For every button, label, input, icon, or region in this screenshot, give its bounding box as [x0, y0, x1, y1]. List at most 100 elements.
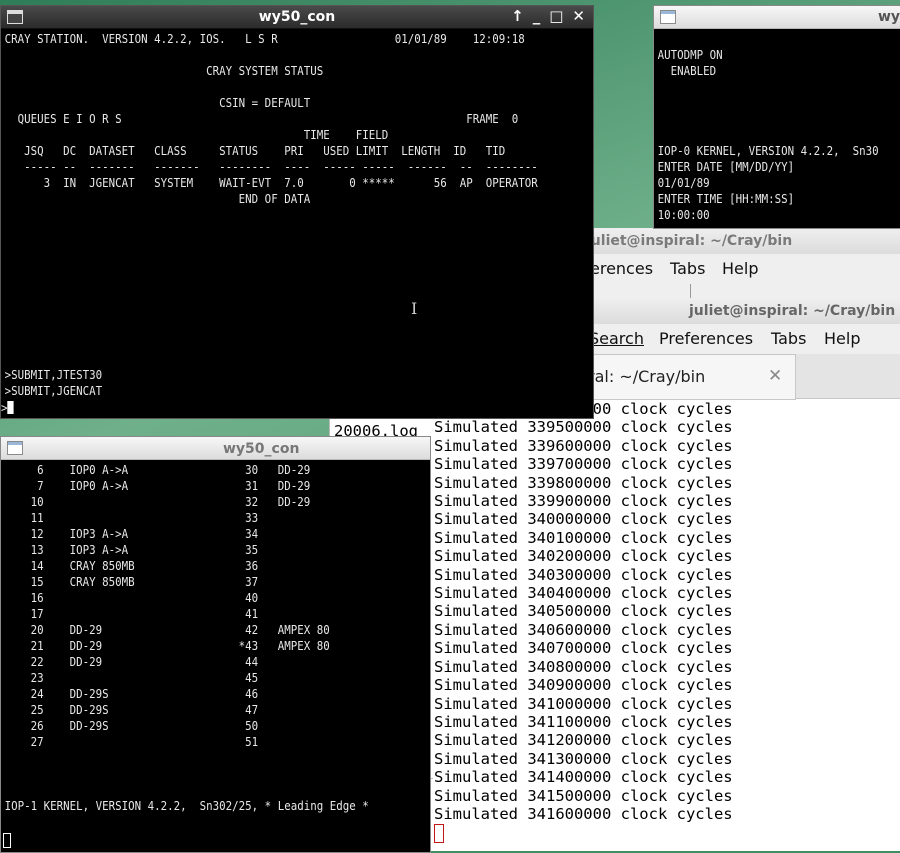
console-line: 16 40	[4, 591, 259, 605]
devices-console[interactable]: 6 IOP0 A->A 30 DD-29 7 IOP0 A->A 31 DD-2…	[1, 460, 430, 852]
console-line: END OF DATA	[4, 192, 311, 206]
console-line: 10 32 DD-29	[4, 495, 311, 509]
console-line: ENABLED	[657, 64, 717, 78]
menu-preferences[interactable]: erences	[590, 259, 653, 278]
simulation-output: Simulated 339400000 clock cyclesSimulate…	[434, 400, 900, 823]
output-line: Simulated 340700000 clock cycles	[434, 639, 733, 658]
console-line: ENTER TIME [HH:MM:SS]	[657, 192, 795, 206]
menu-help[interactable]: Help	[722, 259, 758, 278]
console-line: CSIN = DEFAULT	[4, 96, 311, 110]
console-line: 23 45	[4, 671, 259, 685]
console-line: 13 IOP3 A->A 35	[4, 543, 259, 557]
console-line: 3 IN JGENCAT SYSTEM WAIT-EVT 7.0 0 *****…	[4, 176, 538, 190]
output-line: Simulated 340200000 clock cycles	[434, 547, 733, 566]
autodump-window[interactable]: wy AUTODMP ON ENABLED IOP-0 KERNEL, VERS…	[653, 5, 900, 229]
console-line: 20 DD-29 42 AMPEX 80	[4, 623, 330, 637]
back-terminal-edge	[690, 284, 691, 298]
output-line: Simulated 340000000 clock cycles	[434, 510, 733, 529]
back-terminal-window[interactable]: juliet@inspiral: ~/Cray/bin erences Tabs…	[590, 228, 900, 298]
console-line: IOP-0 KERNEL, VERSION 4.2.2, Sn30	[657, 144, 879, 158]
console-line: 21 DD-29 *43 AMPEX 80	[4, 639, 330, 653]
back-terminal-title: juliet@inspiral: ~/Cray/bin	[590, 233, 793, 249]
console-line: 15 CRAY 850MB 37	[4, 575, 259, 589]
output-line: Simulated 341400000 clock cycles	[434, 768, 733, 787]
status-console[interactable]: CRAY STATION. VERSION 4.2.2, IOS. L S R …	[1, 29, 593, 418]
devices-title: wy50_con	[223, 441, 300, 457]
console-line: QUEUES E I O R S FRAME 0	[4, 112, 519, 126]
tab-label: ral: ~/Cray/bin	[588, 367, 706, 386]
autodump-console[interactable]: AUTODMP ON ENABLED IOP-0 KERNEL, VERSION…	[654, 29, 900, 228]
console-line: 14 CRAY 850MB 36	[4, 559, 259, 573]
output-line: Simulated 339700000 clock cycles	[434, 455, 733, 474]
tab-close-icon[interactable]: ✕	[768, 366, 782, 386]
console-line: 27 51	[4, 735, 259, 749]
autodump-title: wy	[878, 9, 900, 25]
output-line: Simulated 341300000 clock cycles	[434, 749, 733, 768]
autodump-titlebar[interactable]: wy	[654, 6, 900, 29]
console-line: 25 DD-29S 47	[4, 703, 259, 717]
tab-active[interactable]: ral: ~/Cray/bin ✕	[581, 354, 796, 400]
output-line: Simulated 340800000 clock cycles	[434, 657, 733, 676]
devices-titlebar[interactable]: wy50_con	[1, 437, 430, 460]
console-line: 10:00:00	[657, 208, 710, 222]
output-line: Simulated 341000000 clock cycles	[434, 694, 733, 713]
output-line: Simulated 339800000 clock cycles	[434, 473, 733, 492]
console-line: TIME FIELD	[4, 128, 389, 142]
menu-preferences[interactable]: Preferences	[659, 329, 753, 348]
console-line: >SUBMIT,JGENCAT	[4, 384, 103, 398]
output-line: Simulated 340900000 clock cycles	[434, 676, 733, 695]
window-menu-icon[interactable]	[660, 10, 676, 24]
terminal-cursor	[434, 824, 444, 844]
output-line: Simulated 339900000 clock cycles	[434, 492, 733, 511]
back-terminal-menubar: erences Tabs Help	[590, 254, 900, 284]
devices-window[interactable]: wy50_con 6 IOP0 A->A 30 DD-29 7 IOP0 A->…	[0, 436, 431, 853]
terminal-cursor	[7, 401, 14, 414]
front-terminal-output[interactable]: Simulated 339400000 clock cyclesSimulate…	[434, 400, 900, 851]
status-window[interactable]: wy50_con ↑ _ □ ✕ CRAY STATION. VERSION 4…	[0, 5, 594, 419]
output-line: Simulated 341600000 clock cycles	[434, 804, 733, 823]
output-line: Simulated 341500000 clock cycles	[434, 786, 733, 805]
autodump-text: AUTODMP ON ENABLED IOP-0 KERNEL, VERSION…	[654, 29, 879, 223]
devices-text: 6 IOP0 A->A 30 DD-29 7 IOP0 A->A 31 DD-2…	[1, 460, 387, 814]
status-prompt-line[interactable]: >	[1, 400, 14, 416]
console-line: 24 DD-29S 46	[4, 687, 259, 701]
console-line: 01/01/89	[657, 176, 710, 190]
menu-tabs[interactable]: Tabs	[771, 329, 806, 348]
menu-search[interactable]: Search	[589, 329, 644, 348]
output-line: Simulated 340600000 clock cycles	[434, 620, 733, 639]
console-line: CRAY STATION. VERSION 4.2.2, IOS. L S R …	[4, 32, 525, 46]
terminal-cursor	[3, 833, 11, 848]
minimize-icon[interactable]: _	[533, 7, 541, 25]
console-line: >SUBMIT,JTEST30	[4, 368, 103, 382]
menu-help[interactable]: Help	[824, 329, 860, 348]
console-line: 26 DD-29S 50	[4, 719, 259, 733]
output-line: Simulated 340500000 clock cycles	[434, 602, 733, 621]
console-line: 17 41	[4, 607, 259, 621]
console-line: 11 33	[4, 511, 259, 525]
output-line: Simulated 340400000 clock cycles	[434, 584, 733, 603]
output-line: Simulated 340100000 clock cycles	[434, 528, 733, 547]
window-menu-icon[interactable]	[7, 441, 23, 455]
console-line: IOP-1 KERNEL, VERSION 4.2.2, Sn302/25, *…	[4, 799, 369, 813]
console-line: 22 DD-29 44	[4, 655, 259, 669]
shade-up-icon[interactable]: ↑	[511, 7, 524, 25]
output-line: Simulated 339600000 clock cycles	[434, 436, 733, 455]
menu-tabs[interactable]: Tabs	[670, 259, 705, 278]
status-title: wy50_con	[258, 9, 336, 25]
close-icon[interactable]: ✕	[572, 7, 585, 25]
back-terminal-titlebar[interactable]: juliet@inspiral: ~/Cray/bin	[590, 228, 900, 254]
window-controls: ↑ _ □ ✕	[511, 7, 585, 25]
output-line: Simulated 341100000 clock cycles	[434, 712, 733, 731]
console-line: CRAY SYSTEM STATUS	[4, 64, 324, 78]
console-line: ENTER DATE [MM/DD/YY]	[657, 160, 795, 174]
status-titlebar[interactable]: wy50_con ↑ _ □ ✕	[1, 6, 593, 29]
maximize-icon[interactable]: □	[549, 7, 563, 25]
output-line: Simulated 341200000 clock cycles	[434, 731, 733, 750]
text-cursor-icon: I	[411, 299, 418, 318]
output-line: Simulated 340300000 clock cycles	[434, 565, 733, 584]
menu-search-label: Search	[589, 329, 644, 348]
console-line: 12 IOP3 A->A 34	[4, 527, 259, 541]
output-line: Simulated 339500000 clock cycles	[434, 418, 733, 437]
console-line: 7 IOP0 A->A 31 DD-29	[4, 479, 311, 493]
front-terminal-title: juliet@inspiral: ~/Cray/bin	[689, 303, 896, 319]
